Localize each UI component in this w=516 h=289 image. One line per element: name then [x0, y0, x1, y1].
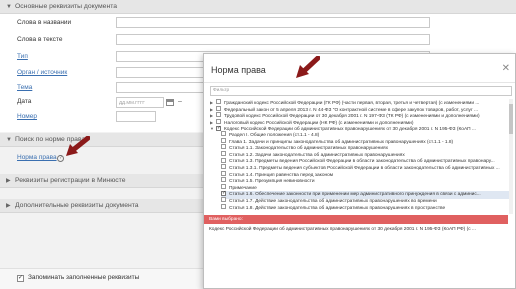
title-words-input[interactable]	[116, 17, 430, 28]
tree-row-label: Статья 1.2. Задачи законодательства об а…	[229, 152, 405, 158]
filter-input[interactable]: Фильтр	[210, 86, 512, 96]
tree-row-label: Статья 1.3.1. Предметы ведения субъектов…	[229, 166, 500, 171]
tree-checkbox[interactable]	[221, 144, 226, 150]
chevron-down-icon: ▼	[6, 137, 12, 143]
tree-row-label: Статья 1.8. Действие законодательства об…	[229, 205, 446, 211]
help-icon[interactable]: ?	[57, 155, 64, 162]
calendar-icon[interactable]	[166, 99, 174, 106]
tree-row-label: Статья 1.7. Действие законодательства об…	[229, 199, 437, 204]
field-label-text-words: Слова в тексте	[17, 36, 63, 43]
tree-row-label: Статья 1.4. Принцип равенства перед зако…	[229, 172, 334, 178]
text-words-input[interactable]	[116, 34, 430, 45]
tree-row[interactable]: Статья 1.8. Действие законодательства об…	[221, 203, 510, 213]
remember-checkbox[interactable]: ✓	[17, 275, 24, 282]
norm-law-link[interactable]: Норма права	[17, 154, 57, 161]
date-range-dash: –	[178, 98, 182, 105]
field-label-number[interactable]: Номер	[17, 113, 37, 120]
tree-checkbox[interactable]	[221, 151, 226, 157]
tree-checkbox[interactable]	[221, 197, 226, 203]
tree-checkbox[interactable]	[221, 177, 226, 183]
date-from-input[interactable]: ДД.ММ.ГГГГ	[116, 97, 164, 108]
selected-norm-item[interactable]: Кодекс Российской Федерации об администр…	[204, 225, 508, 234]
tree-checkbox[interactable]	[221, 189, 226, 197]
chevron-right-icon: ▶	[6, 178, 11, 184]
tree-checkbox[interactable]	[221, 203, 226, 209]
section-registration-title: Реквизиты регистрации в Минюсте	[15, 177, 126, 184]
section-basic-title: Основные реквизиты документа	[15, 3, 118, 10]
tree-row-label: Статья 1.5. Презумпция невиновности	[229, 179, 315, 185]
annotation-arrow-icon	[296, 56, 320, 78]
chevron-down-icon: ▼	[6, 4, 12, 10]
section-basic-requisites[interactable]: ▼ Основные реквизиты документа	[0, 0, 516, 14]
annotation-arrow-icon	[66, 136, 90, 156]
tree-checkbox[interactable]	[216, 112, 221, 118]
norm-tree: ▶ Гражданский кодекс Российской Федерации…	[210, 99, 510, 214]
close-icon[interactable]: ✕	[502, 63, 510, 74]
tree-checkbox[interactable]	[221, 164, 226, 170]
tree-row-label: Статья 1.3. Предметы ведения Российской …	[229, 159, 495, 165]
tree-checkbox[interactable]	[216, 124, 221, 132]
tree-row-label: Примечание	[229, 185, 257, 191]
tree-row-label: Глава 1. Задачи и принципы законодательс…	[229, 139, 454, 145]
dialog-divider	[204, 82, 515, 83]
tree-checkbox[interactable]	[216, 99, 221, 105]
tree-row-label: Раздел I. Общие положения (ст.1.1 - 4.8)	[229, 133, 320, 138]
number-input[interactable]	[116, 111, 156, 122]
field-label-type[interactable]: Тип	[17, 53, 28, 60]
chevron-right-icon: ▶	[6, 203, 11, 209]
field-label-authority[interactable]: Орган / источник	[17, 69, 67, 76]
selected-header: Вами выбрано:	[204, 215, 508, 224]
field-label-date: Дата	[17, 98, 32, 105]
tree-checkbox[interactable]	[221, 170, 226, 176]
tree-row-label: Статья 1.1. Законодательство об админист…	[229, 146, 388, 152]
tree-scrollbar-thumb[interactable]	[509, 104, 513, 134]
remember-label: Запоминать заполненные реквизиты	[28, 274, 140, 281]
field-label-topic[interactable]: Тема	[17, 84, 32, 91]
tree-checkbox[interactable]	[221, 137, 226, 143]
field-label-title-words: Слова в названии	[17, 19, 72, 26]
dialog-title: Норма права	[211, 65, 266, 75]
tree-checkbox[interactable]	[221, 157, 226, 163]
tree-checkbox[interactable]	[216, 105, 221, 111]
tree-checkbox[interactable]	[221, 131, 226, 137]
tree-row-label: Статья 1.6. Обеспечение законности при п…	[229, 192, 481, 198]
section-additional-title: Дополнительные реквизиты документа	[15, 202, 139, 209]
